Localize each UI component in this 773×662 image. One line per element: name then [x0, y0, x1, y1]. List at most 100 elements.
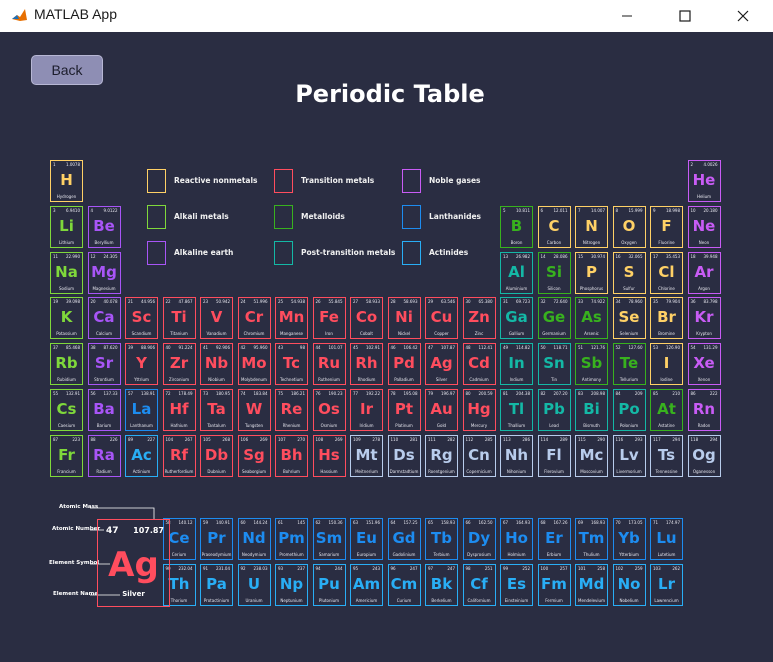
element-tile-al[interactable]: 13 26.982 Al Aluminium [500, 251, 533, 294]
element-tile-ta[interactable]: 73 180.95 Ta Tantalum [200, 389, 233, 431]
element-tile-lv[interactable]: 116 293 Lv Livermorium [612, 434, 646, 477]
element-tile-yb[interactable]: 70 173.05 Yb Ytterbium [612, 518, 646, 560]
element-tile-cu[interactable]: 29 63.546 Cu Copper [425, 297, 458, 340]
element-tile-no[interactable]: 102 259 No Nobelium [612, 564, 646, 606]
element-tile-ds[interactable]: 110 281 Ds Darmstadtium [387, 434, 421, 477]
element-tile-ga[interactable]: 31 69.723 Ga Gallium [500, 297, 533, 340]
element-tile-la[interactable]: 57 138.91 La Lanthanum [125, 389, 158, 431]
element-tile-ts[interactable]: 117 294 Ts Tennessine [650, 434, 683, 477]
element-tile-mn[interactable]: 25 54.938 Mn Manganese [275, 297, 308, 340]
element-tile-cd[interactable]: 48 112.41 Cd Cadmium [462, 343, 496, 386]
element-tile-in[interactable]: 49 114.82 In Indium [500, 343, 533, 386]
element-tile-os[interactable]: 76 190.23 Os Osmium [312, 389, 346, 431]
element-tile-po[interactable]: 84 209 Po Polonium [612, 389, 646, 431]
minimize-button[interactable] [604, 0, 650, 32]
element-tile-br[interactable]: 35 79.904 Br Bromine [650, 297, 683, 340]
element-tile-ho[interactable]: 67 164.93 Ho Holmium [500, 518, 533, 560]
element-tile-p[interactable]: 15 30.974 P Phosphorus [575, 251, 608, 294]
element-tile-cf[interactable]: 98 251 Cf Californium [462, 564, 496, 606]
element-tile-tc[interactable]: 43 98 Tc Technetium [275, 343, 308, 386]
element-tile-mg[interactable]: 12 24.305 Mg Magnesium [87, 251, 121, 294]
element-tile-ar[interactable]: 18 39.948 Ar Argon [687, 251, 721, 294]
element-tile-at[interactable]: 85 210 At Astatine [650, 389, 683, 431]
element-tile-rb[interactable]: 37 85.468 Rb Rubidium [50, 343, 83, 386]
element-tile-am[interactable]: 95 243 Am Americium [350, 564, 383, 606]
element-tile-kr[interactable]: 36 83.798 Kr Krypton [687, 297, 721, 340]
element-tile-fm[interactable]: 100 257 Fm Fermium [537, 564, 571, 606]
element-tile-hs[interactable]: 108 269 Hs Hassium [312, 434, 346, 477]
element-tile-i[interactable]: 53 126.90 I Iodine [650, 343, 683, 386]
element-tile-xe[interactable]: 54 131.29 Xe Xenon [687, 343, 721, 386]
element-tile-zn[interactable]: 30 65.380 Zn Zinc [462, 297, 496, 340]
element-tile-be[interactable]: 4 9.0122 Be Beryllium [87, 205, 121, 248]
element-tile-k[interactable]: 19 39.098 K Potassium [50, 297, 83, 340]
element-tile-cr[interactable]: 24 51.996 Cr Chromium [237, 297, 271, 340]
element-tile-tl[interactable]: 81 204.38 Tl Thallium [500, 389, 533, 431]
element-tile-sc[interactable]: 21 44.956 Sc Scandium [125, 297, 158, 340]
element-tile-cl[interactable]: 17 35.453 Cl Chlorine [650, 251, 683, 294]
element-tile-na[interactable]: 11 22.990 Na Sodium [50, 251, 83, 294]
element-tile-ne[interactable]: 10 20.180 Ne Neon [687, 205, 721, 248]
element-tile-re[interactable]: 75 186.21 Re Rhenium [275, 389, 308, 431]
element-tile-pt[interactable]: 78 195.08 Pt Platinum [387, 389, 421, 431]
element-tile-og[interactable]: 118 294 Og Oganesson [687, 434, 721, 477]
element-tile-tb[interactable]: 65 158.93 Tb Terbium [425, 518, 458, 560]
element-tile-sg[interactable]: 106 269 Sg Seaborgium [237, 434, 271, 477]
element-tile-n[interactable]: 7 14.007 N Nitrogen [575, 205, 608, 248]
element-tile-rh[interactable]: 45 102.91 Rh Rhodium [350, 343, 383, 386]
element-tile-co[interactable]: 27 58.933 Co Cobalt [350, 297, 383, 340]
element-tile-pd[interactable]: 46 106.42 Pd Palladium [387, 343, 421, 386]
element-tile-cm[interactable]: 96 247 Cm Curium [387, 564, 421, 606]
element-tile-s[interactable]: 16 32.065 S Sulfur [612, 251, 646, 294]
element-tile-se[interactable]: 34 78.960 Se Selenium [612, 297, 646, 340]
element-tile-lu[interactable]: 71 174.97 Lu Lutetium [650, 518, 683, 560]
element-tile-mo[interactable]: 42 95.960 Mo Molybdenum [237, 343, 271, 386]
element-tile-dy[interactable]: 66 162.50 Dy Dysprosium [462, 518, 496, 560]
element-tile-hf[interactable]: 72 178.49 Hf Hafnium [162, 389, 196, 431]
element-tile-sb[interactable]: 51 121.76 Sb Antimony [575, 343, 608, 386]
element-tile-ba[interactable]: 56 137.33 Ba Barium [87, 389, 121, 431]
element-tile-sm[interactable]: 62 150.36 Sm Samarium [312, 518, 346, 560]
element-tile-pb[interactable]: 82 207.20 Pb Lead [537, 389, 571, 431]
element-tile-fr[interactable]: 87 223 Fr Francium [50, 434, 83, 477]
close-button[interactable] [720, 0, 766, 32]
element-tile-o[interactable]: 8 15.999 O Oxygen [612, 205, 646, 248]
element-tile-hg[interactable]: 80 200.59 Hg Mercury [462, 389, 496, 431]
element-tile-mt[interactable]: 109 278 Mt Meitnerium [350, 434, 383, 477]
element-tile-b[interactable]: 5 10.811 B Boron [500, 205, 533, 248]
element-tile-fe[interactable]: 26 55.845 Fe Iron [312, 297, 346, 340]
element-tile-md[interactable]: 101 258 Md Mendelevium [575, 564, 608, 606]
element-tile-ni[interactable]: 28 58.693 Ni Nickel [387, 297, 421, 340]
element-tile-as[interactable]: 33 74.922 As Arsenic [575, 297, 608, 340]
element-tile-li[interactable]: 3 6.9410 Li Lithium [50, 205, 83, 248]
element-tile-pu[interactable]: 94 244 Pu Plutonium [312, 564, 346, 606]
element-tile-bh[interactable]: 107 270 Bh Bohrium [275, 434, 308, 477]
element-tile-rf[interactable]: 104 267 Rf Rutherfordium [162, 434, 196, 477]
element-tile-ir[interactable]: 77 192.22 Ir Iridium [350, 389, 383, 431]
element-tile-pa[interactable]: 91 231.04 Pa Protactinium [200, 564, 233, 606]
element-tile-u[interactable]: 92 238.03 U Uranium [237, 564, 271, 606]
element-tile-tm[interactable]: 69 168.93 Tm Thulium [575, 518, 608, 560]
element-tile-eu[interactable]: 63 151.96 Eu Europium [350, 518, 383, 560]
element-tile-cs[interactable]: 55 132.91 Cs Caesium [50, 389, 83, 431]
element-tile-bi[interactable]: 83 208.98 Bi Bismuth [575, 389, 608, 431]
element-tile-nh[interactable]: 113 286 Nh Nihonium [500, 434, 533, 477]
back-button[interactable]: Back [31, 55, 103, 85]
element-tile-ge[interactable]: 32 72.640 Ge Germanium [537, 297, 571, 340]
element-tile-gd[interactable]: 64 157.25 Gd Gadolinium [387, 518, 421, 560]
element-tile-f[interactable]: 9 18.998 F Fluorine [650, 205, 683, 248]
element-tile-db[interactable]: 105 268 Db Dubnium [200, 434, 233, 477]
element-tile-mc[interactable]: 115 290 Mc Moscovium [575, 434, 608, 477]
element-tile-y[interactable]: 39 88.906 Y Yttrium [125, 343, 158, 386]
element-tile-rg[interactable]: 111 282 Rg Roentgenium [425, 434, 458, 477]
element-tile-fl[interactable]: 114 289 Fl Flerovium [537, 434, 571, 477]
element-tile-ru[interactable]: 44 101.07 Ru Ruthenium [312, 343, 346, 386]
element-tile-cn[interactable]: 112 285 Cn Copernicium [462, 434, 496, 477]
element-tile-pr[interactable]: 59 140.91 Pr Praseodymium [200, 518, 233, 560]
element-tile-nd[interactable]: 60 144.24 Nd Neodymium [237, 518, 271, 560]
element-tile-ca[interactable]: 20 40.078 Ca Calcium [87, 297, 121, 340]
maximize-button[interactable] [662, 0, 708, 32]
element-tile-sn[interactable]: 50 118.71 Sn Tin [537, 343, 571, 386]
element-tile-lr[interactable]: 103 262 Lr Lawrencium [650, 564, 683, 606]
element-tile-er[interactable]: 68 167.26 Er Erbium [537, 518, 571, 560]
